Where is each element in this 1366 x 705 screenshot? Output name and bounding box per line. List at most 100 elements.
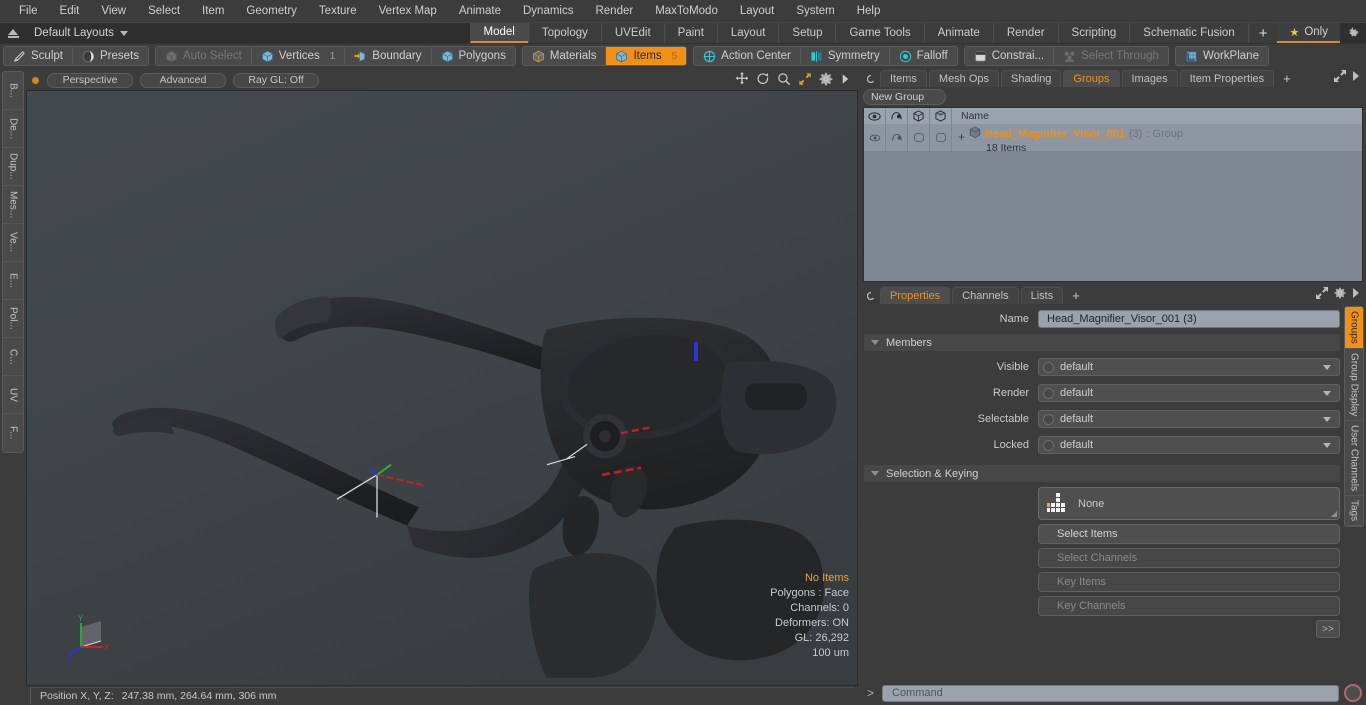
gear-icon[interactable] [1334,287,1346,302]
member-dropdown-visible[interactable]: default [1038,358,1340,376]
tab-item-properties[interactable]: Item Properties [1179,70,1275,87]
viewport-3d[interactable]: No Items Polygons : Face Channels: 0 Deform… [26,90,858,686]
viewport-shading-button[interactable]: Advanced [140,72,226,88]
forward-button[interactable]: >> [1316,620,1340,638]
tab-mesh-ops[interactable]: Mesh Ops [928,70,1000,87]
expander-plus-icon[interactable]: + [958,126,965,144]
menu-item-view[interactable]: View [90,0,137,22]
left-toolbox-tab-4[interactable]: Ve... [3,224,23,262]
viewport-raygl-button[interactable]: Ray GL: Off [233,72,319,88]
menu-item-select[interactable]: Select [137,0,191,22]
menu-item-render[interactable]: Render [584,0,644,22]
toolbar-button-sculpt[interactable]: Sculpt [4,47,73,65]
toolbar-button-polygons[interactable]: Polygons [432,47,515,65]
gear-icon[interactable] [819,72,833,89]
left-toolbox-tab-7[interactable]: C... [3,338,23,376]
toolbar-button-items[interactable]: Items 5 [606,47,687,65]
member-toggle-knob[interactable] [1043,413,1054,425]
layout-tab-topology[interactable]: Topology [527,23,601,43]
menu-item-texture[interactable]: Texture [308,0,368,22]
menu-item-system[interactable]: System [785,0,845,22]
layout-tab-animate[interactable]: Animate [923,23,993,43]
row-shaded-toggle[interactable] [930,124,952,151]
tab-properties[interactable]: Properties [880,287,951,304]
right-toolbox-tab-tags[interactable]: Tags [1345,496,1363,527]
selection-keying-section-header[interactable]: Selection & Keying [864,465,1340,482]
left-toolbox-tab-9[interactable]: F... [3,414,23,452]
menu-item-edit[interactable]: Edit [49,0,91,22]
only-toggle-button[interactable]: ★ Only [1277,23,1340,43]
record-circle-icon[interactable] [1344,684,1362,702]
toolbar-button-presets[interactable]: Presets [73,47,148,65]
tab-lists[interactable]: Lists [1020,287,1064,304]
right-toolbox-tab-user-channels[interactable]: User Channels [1345,421,1363,497]
menu-item-geometry[interactable]: Geometry [235,0,308,22]
toolbar-button-workplane[interactable]: WorkPlane [1176,47,1268,65]
tab-channels[interactable]: Channels [952,287,1019,304]
row-eye-icon[interactable] [864,124,886,151]
right-toolbox-tab-groups[interactable]: Groups [1345,307,1363,349]
move-icon[interactable] [735,71,749,89]
play-icon[interactable] [840,73,851,88]
layout-tab-scripting[interactable]: Scripting [1057,23,1130,43]
command-input[interactable]: Command [882,684,1339,702]
expand-icon[interactable] [1316,287,1328,302]
toolbar-button-materials[interactable]: Materials [523,47,607,65]
selection-target-field[interactable]: None [1038,487,1340,520]
item-list-empty-area[interactable] [864,152,1362,281]
member-dropdown-render[interactable]: default [1038,384,1340,402]
rotate-icon[interactable] [756,72,770,89]
groups-item-list[interactable]: Name + Head_Magnifier_Visor_001 (3): Gr… [863,107,1363,282]
members-section-header[interactable]: Members [864,334,1340,351]
add-panel-tab-button[interactable]: + [1276,70,1298,87]
menu-item-file[interactable]: File [8,0,49,22]
member-toggle-knob[interactable] [1043,361,1054,373]
toolbar-button-boundary[interactable]: Boundary [345,47,432,65]
toolbar-button-vertices[interactable]: Vertices 1 [252,47,346,65]
left-toolbox-tab-5[interactable]: E... [3,262,23,300]
layout-tab-setup[interactable]: Setup [778,23,836,43]
row-name-cell[interactable]: + Head_Magnifier_Visor_001 (3) : Group 1… [952,124,1362,154]
home-up-icon[interactable] [0,23,26,43]
left-toolbox-tab-1[interactable]: De... [3,110,23,148]
fit-icon[interactable] [798,72,812,89]
toolbar-button-falloff[interactable]: Falloff [890,47,957,65]
layout-tab-game-tools[interactable]: Game Tools [835,23,924,43]
expand-icon[interactable] [1334,70,1346,85]
menu-item-maxtomodo[interactable]: MaxToModo [644,0,729,22]
member-toggle-knob[interactable] [1043,387,1054,399]
table-row[interactable]: + Head_Magnifier_Visor_001 (3) : Group 1… [864,124,1362,154]
chevron-right-icon[interactable] [1352,71,1360,84]
properties-menu-dot-icon[interactable] [865,290,876,301]
toolbar-button-select-through[interactable]: Select Through [1054,47,1168,65]
new-group-button[interactable]: New Group [863,89,946,105]
tab-shading[interactable]: Shading [1001,70,1062,87]
menu-item-dynamics[interactable]: Dynamics [512,0,584,22]
layout-tab-uvedit[interactable]: UVEdit [600,23,664,43]
tab-groups[interactable]: Groups [1063,70,1120,87]
menu-item-animate[interactable]: Animate [448,0,512,22]
layout-preset-selector[interactable]: Default Layouts [26,23,136,43]
add-properties-tab-button[interactable]: + [1065,287,1087,304]
member-dropdown-selectable[interactable]: default [1038,410,1340,428]
layout-tab-schematic-fusion[interactable]: Schematic Fusion [1129,23,1248,43]
row-render-icon[interactable] [886,124,908,151]
viewport-projection-button[interactable]: Perspective [47,72,133,88]
panel-menu-dot-icon[interactable] [865,73,876,84]
add-layout-tab-button[interactable]: + [1247,23,1278,43]
left-toolbox-tab-0[interactable]: B... [3,72,23,110]
chevron-right-icon[interactable] [1352,288,1360,301]
select-items-button[interactable]: Select Items [1038,524,1340,544]
toolbar-button-auto-select[interactable]: Auto Select [156,47,252,65]
left-toolbox-tab-3[interactable]: Mes... [3,186,23,224]
row-wireframe-toggle[interactable] [908,124,930,151]
left-toolbox-tab-6[interactable]: Pol... [3,300,23,338]
name-field[interactable]: Head_Magnifier_Visor_001 (3) [1038,310,1340,328]
layout-tab-layout[interactable]: Layout [716,23,779,43]
menu-item-help[interactable]: Help [846,0,892,22]
left-toolbox-tab-8[interactable]: UV [3,376,23,414]
member-dropdown-locked[interactable]: default [1038,436,1340,454]
menu-item-item[interactable]: Item [191,0,235,22]
layout-tab-model[interactable]: Model [469,23,528,43]
menu-item-layout[interactable]: Layout [729,0,786,22]
